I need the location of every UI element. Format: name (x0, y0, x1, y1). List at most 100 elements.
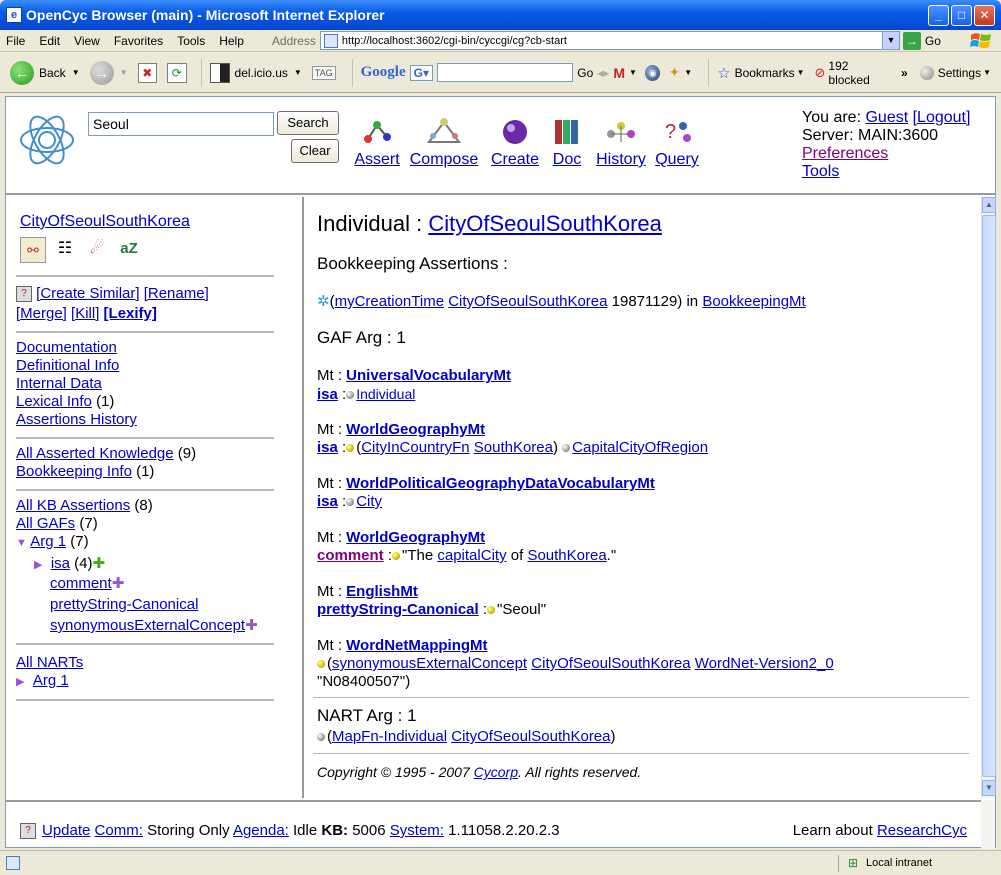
settings-button[interactable]: Settings ▼ (919, 65, 991, 80)
city-link[interactable]: City (356, 493, 382, 510)
search-button[interactable]: Search (277, 111, 339, 135)
expand-triangle-icon[interactable]: ▶ (16, 676, 24, 688)
isa-pred-link[interactable]: isa (317, 439, 338, 456)
maximize-button[interactable]: □ (951, 5, 972, 26)
comment-pred-link[interactable]: comment (317, 547, 384, 564)
compose-label[interactable]: Compose (408, 151, 480, 169)
cycorp-link[interactable]: Cycorp (474, 764, 518, 780)
help-book-icon[interactable]: ? (20, 823, 36, 840)
scroll-up-icon[interactable]: ▲ (982, 197, 996, 213)
stop-icon[interactable]: ✖ (137, 62, 158, 83)
google-search-input[interactable] (437, 63, 574, 82)
tag-button[interactable]: TAG (311, 65, 336, 80)
isa-pred-link[interactable]: isa (317, 386, 338, 403)
menu-favorites[interactable]: Favorites (114, 34, 163, 48)
back-dropdown-icon[interactable]: ▼ (72, 68, 80, 77)
city-in-country-fn-link[interactable]: CityInCountryFn (361, 439, 469, 456)
lexical-info-link[interactable]: Lexical Info (16, 393, 92, 410)
all-gafs-link[interactable]: All GAFs (16, 515, 75, 532)
universal-vocabulary-mt-link[interactable]: UniversalVocabularyMt (346, 367, 511, 384)
history-tool[interactable]: History (594, 115, 648, 169)
lexify-link[interactable]: [Lexify] (104, 305, 157, 322)
kill-link[interactable]: [Kill] (71, 305, 99, 322)
wordnet-mapping-mt-link[interactable]: WordNetMappingMt (346, 637, 487, 654)
bookkeeping-mt-link[interactable]: BookkeepingMt (702, 293, 805, 310)
wordnet-version-link[interactable]: WordNet-Version2_0 (695, 655, 834, 672)
arg1-link[interactable]: Arg 1 (30, 533, 66, 550)
agenda-link[interactable]: Agenda: (233, 822, 289, 839)
doc-tool[interactable]: Doc (550, 115, 584, 169)
assert-tool[interactable]: Assert (352, 115, 402, 169)
menu-tools[interactable]: Tools (177, 34, 205, 48)
scroll-down-icon[interactable]: ▼ (982, 780, 996, 796)
gmail-dropdown-icon[interactable]: ▼ (629, 68, 637, 77)
bookkeeping-gear-icon[interactable]: ✲ (317, 293, 330, 310)
capital-city-link[interactable]: capitalCity (437, 547, 506, 564)
pretty-string-pred-link[interactable]: prettyString-Canonical (317, 601, 479, 618)
back-button[interactable]: ← Back ▼ (10, 60, 80, 85)
comment-link[interactable]: comment (50, 575, 112, 592)
comm-link[interactable]: Comm: (95, 822, 143, 839)
term-title-link[interactable]: CityOfSeoulSouthKorea (428, 211, 662, 236)
bookkeeping-info-link[interactable]: Bookkeeping Info (16, 463, 132, 480)
create-label[interactable]: Create (490, 151, 540, 169)
query-tool[interactable]: ? Query (654, 115, 700, 169)
toolbar-overflow-icon[interactable]: » (901, 66, 908, 80)
menu-edit[interactable]: Edit (39, 34, 60, 48)
doc-label[interactable]: Doc (550, 151, 584, 169)
scroll-thumb[interactable] (982, 215, 996, 777)
comment-south-korea-link[interactable]: SouthKorea (527, 547, 606, 564)
synonymous-pred-link[interactable]: synonymousExternalConcept (332, 655, 527, 672)
all-narts-link[interactable]: All NARTs (16, 654, 83, 672)
collapse-triangle-icon[interactable]: ▼ (16, 537, 27, 549)
puzzle-dropdown-icon[interactable]: ▼ (684, 68, 692, 77)
footer-scrollbar[interactable] (981, 800, 995, 849)
delicious-button[interactable]: del.icio.us ▼ (209, 62, 302, 83)
logout-link[interactable]: [Logout] (913, 109, 971, 126)
address-bar[interactable]: http://localhost:3602/cgi-bin/cyccgi/cg?… (319, 31, 900, 50)
refresh-icon[interactable]: ⟳ (167, 62, 187, 83)
menu-file[interactable]: File (6, 34, 25, 48)
create-tool[interactable]: Create (490, 115, 540, 169)
puzzle-icon[interactable]: ✦ (668, 64, 680, 81)
isa-pred-link[interactable]: isa (317, 493, 338, 510)
world-geography-mt-link-2[interactable]: WorldGeographyMt (346, 529, 485, 546)
rainbow-icon[interactable]: ☄ (84, 237, 110, 263)
merge-link[interactable]: [Merge] (16, 305, 67, 322)
update-link[interactable]: Update (42, 822, 90, 839)
guest-link[interactable]: Guest (865, 109, 908, 126)
world-political-geography-mt-link[interactable]: WorldPoliticalGeographyDataVocabularyMt (346, 475, 655, 492)
clear-button[interactable]: Clear (291, 139, 339, 163)
minimize-button[interactable]: _ (928, 5, 949, 26)
system-link[interactable]: System: (390, 822, 444, 839)
rename-link[interactable]: [Rename] (144, 285, 209, 302)
query-label[interactable]: Query (654, 151, 700, 169)
add-plus-icon[interactable]: ✚ (93, 555, 106, 572)
create-similar-link[interactable]: [Create Similar] (36, 285, 139, 302)
nart-term-link[interactable]: CityOfSeoulSouthKorea (451, 728, 610, 745)
syn-term-link[interactable]: CityOfSeoulSouthKorea (531, 655, 690, 672)
cyc-logo-icon[interactable] (16, 111, 78, 169)
world-geography-mt-link[interactable]: WorldGeographyMt (346, 421, 485, 438)
address-dropdown-icon[interactable]: ▼ (881, 32, 899, 49)
gmail-icon[interactable]: M (613, 65, 625, 81)
menu-help[interactable]: Help (219, 34, 244, 48)
close-button[interactable]: ✕ (974, 5, 995, 26)
sidebar-term-link[interactable]: CityOfSeoulSouthKorea (20, 213, 190, 231)
tools-link[interactable]: Tools (802, 163, 839, 180)
forward-button[interactable]: → ▼ (89, 60, 128, 85)
my-creation-time-link[interactable]: myCreationTime (335, 293, 444, 310)
delicious-dropdown-icon[interactable]: ▼ (294, 68, 302, 77)
all-asserted-link[interactable]: All Asserted Knowledge (16, 445, 174, 462)
popup-blocker[interactable]: ⊘ 192 blocked (815, 59, 892, 87)
researchcyc-link[interactable]: ResearchCyc (877, 822, 967, 839)
go-button[interactable]: → Go (902, 31, 941, 50)
bookmarks-button[interactable]: ☆ Bookmarks ▼ (717, 64, 804, 82)
forward-dropdown-icon[interactable]: ▼ (120, 68, 128, 77)
pretty-string-link[interactable]: prettyString-Canonical (50, 596, 198, 614)
google-g-icon[interactable]: G▾ (409, 64, 433, 81)
assert-label[interactable]: Assert (352, 151, 402, 169)
documentation-link[interactable]: Documentation (16, 339, 117, 357)
definitional-info-link[interactable]: Definitional Info (16, 357, 119, 375)
narts-arg1-link[interactable]: Arg 1 (33, 672, 69, 689)
